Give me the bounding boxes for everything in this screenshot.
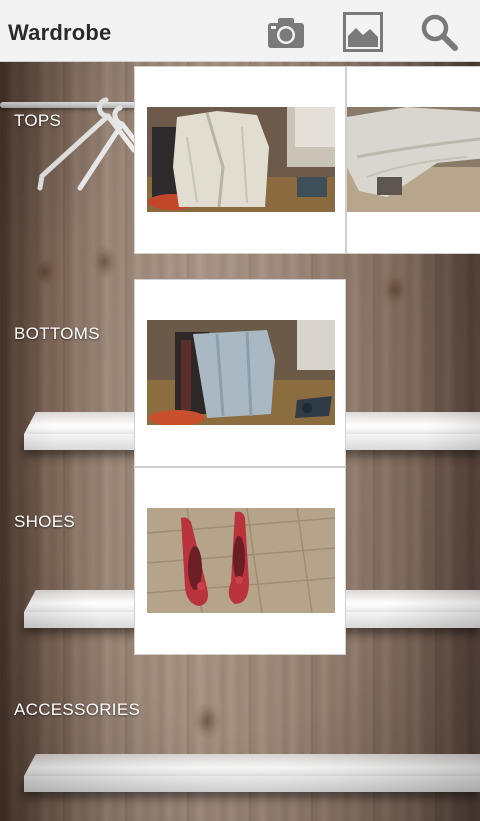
wood-knot <box>192 702 222 740</box>
item-card-tops-2[interactable] <box>346 66 480 254</box>
wood-knot <box>378 270 412 310</box>
item-photo-jeans <box>147 320 335 425</box>
hanging-rail <box>0 102 140 108</box>
category-label-bottoms[interactable]: BOTTOMS <box>14 324 100 344</box>
wood-knot <box>430 602 456 636</box>
item-photo-shoes <box>147 508 335 613</box>
gallery-icon[interactable] <box>343 12 383 52</box>
app-title: Wardrobe <box>8 20 112 45</box>
category-label-tops[interactable]: TOPS <box>14 111 61 131</box>
item-card-bottoms-1[interactable] <box>134 279 346 467</box>
category-label-accessories[interactable]: ACCESSORIES <box>14 700 140 720</box>
shelf <box>24 754 480 794</box>
item-photo-shirt <box>147 107 335 212</box>
item-card-shoes-1[interactable] <box>134 467 346 655</box>
item-card-tops-1[interactable] <box>134 66 346 254</box>
wood-knot <box>30 252 60 292</box>
action-bar: Wardrobe <box>0 0 480 62</box>
search-icon[interactable] <box>419 12 459 52</box>
wood-knot <box>92 244 118 280</box>
category-label-shoes[interactable]: SHOES <box>14 512 75 532</box>
item-photo-shirt <box>347 107 480 212</box>
camera-icon[interactable] <box>266 12 306 52</box>
